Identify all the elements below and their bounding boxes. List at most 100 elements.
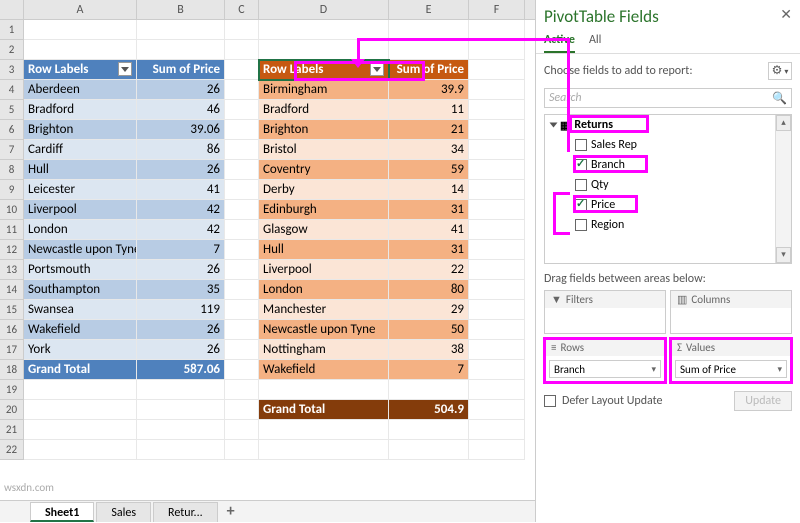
- cell[interactable]: [24, 380, 137, 400]
- cell[interactable]: Edinburgh: [259, 200, 389, 220]
- scroll-up-icon[interactable]: ▴: [776, 115, 791, 131]
- close-icon[interactable]: ✕: [780, 6, 792, 27]
- cell[interactable]: [469, 240, 525, 260]
- cell[interactable]: [24, 440, 137, 460]
- row-header[interactable]: 3: [0, 60, 24, 80]
- cell[interactable]: 11: [389, 100, 469, 120]
- cell[interactable]: 119: [137, 300, 225, 320]
- tab-all[interactable]: All: [589, 29, 601, 53]
- cell[interactable]: [225, 400, 259, 420]
- row-header[interactable]: 16: [0, 320, 24, 340]
- row-header[interactable]: 21: [0, 420, 24, 440]
- select-all-corner[interactable]: [0, 0, 24, 19]
- field-region[interactable]: Region: [545, 215, 791, 235]
- cell[interactable]: London: [259, 280, 389, 300]
- checkbox[interactable]: [575, 159, 587, 171]
- cell[interactable]: 42: [137, 220, 225, 240]
- cell[interactable]: 14: [389, 180, 469, 200]
- cell[interactable]: 7: [137, 240, 225, 260]
- cell[interactable]: [389, 440, 469, 460]
- cell[interactable]: [225, 140, 259, 160]
- cell[interactable]: [24, 400, 137, 420]
- cell[interactable]: Southampton: [24, 280, 137, 300]
- cell[interactable]: [259, 380, 389, 400]
- filter-icon[interactable]: [118, 62, 132, 76]
- sheet-tab-returns[interactable]: Retur...: [153, 502, 218, 522]
- cell[interactable]: 31: [389, 240, 469, 260]
- cell[interactable]: [137, 40, 225, 60]
- cell[interactable]: 587.06: [137, 360, 225, 380]
- cell[interactable]: [225, 360, 259, 380]
- grid-body[interactable]: 123Row LabelsSum of PriceRow LabelsSum o…: [0, 20, 535, 500]
- cell[interactable]: London: [24, 220, 137, 240]
- cell[interactable]: [469, 440, 525, 460]
- cell[interactable]: 41: [137, 180, 225, 200]
- row-header[interactable]: 13: [0, 260, 24, 280]
- row-header[interactable]: 18: [0, 360, 24, 380]
- cell[interactable]: [469, 400, 525, 420]
- cell[interactable]: 29: [389, 300, 469, 320]
- cell[interactable]: Cardiff: [24, 140, 137, 160]
- cell[interactable]: Newcastle upon Tyne: [259, 320, 389, 340]
- cell[interactable]: [225, 340, 259, 360]
- cell[interactable]: Wakefield: [259, 360, 389, 380]
- rows-area[interactable]: ≡Rows Branch: [544, 338, 666, 383]
- cell[interactable]: [225, 260, 259, 280]
- row-header[interactable]: 22: [0, 440, 24, 460]
- cell[interactable]: 26: [137, 80, 225, 100]
- cell[interactable]: Brighton: [259, 120, 389, 140]
- sheet-tab-sheet1[interactable]: Sheet1: [30, 502, 94, 522]
- cell[interactable]: [225, 300, 259, 320]
- cell[interactable]: Portsmouth: [24, 260, 137, 280]
- cell[interactable]: [225, 120, 259, 140]
- cell[interactable]: Newcastle upon Tyne: [24, 240, 137, 260]
- cell[interactable]: [225, 180, 259, 200]
- cell[interactable]: [469, 280, 525, 300]
- cell[interactable]: Grand Total: [259, 400, 389, 420]
- cell[interactable]: [469, 200, 525, 220]
- cell[interactable]: [259, 40, 389, 60]
- cell[interactable]: [225, 440, 259, 460]
- filters-area[interactable]: ▼Filters: [544, 290, 666, 334]
- cell[interactable]: Swansea: [24, 300, 137, 320]
- cell[interactable]: Row Labels: [259, 60, 389, 80]
- cell[interactable]: Aberdeen: [24, 80, 137, 100]
- cell[interactable]: 26: [137, 340, 225, 360]
- cell[interactable]: 39.06: [137, 120, 225, 140]
- cell[interactable]: [469, 260, 525, 280]
- cell[interactable]: [469, 360, 525, 380]
- field-sales rep[interactable]: Sales Rep: [545, 135, 791, 155]
- cell[interactable]: [469, 40, 525, 60]
- row-header[interactable]: 12: [0, 240, 24, 260]
- cell[interactable]: Row Labels: [24, 60, 137, 80]
- cell[interactable]: [137, 440, 225, 460]
- rows-item-branch[interactable]: Branch: [549, 360, 661, 378]
- cell[interactable]: 504.9: [389, 400, 469, 420]
- expand-icon[interactable]: [550, 123, 558, 128]
- col-header-D[interactable]: D: [259, 0, 389, 19]
- col-header-A[interactable]: A: [24, 0, 137, 19]
- cell[interactable]: [225, 60, 259, 80]
- row-header[interactable]: 1: [0, 20, 24, 40]
- cell[interactable]: [469, 380, 525, 400]
- cell[interactable]: 26: [137, 260, 225, 280]
- row-header[interactable]: 20: [0, 400, 24, 420]
- cell[interactable]: [24, 40, 137, 60]
- cell[interactable]: 35: [137, 280, 225, 300]
- cell[interactable]: [469, 120, 525, 140]
- cell[interactable]: 41: [389, 220, 469, 240]
- columns-area[interactable]: ▥Columns: [670, 290, 792, 334]
- row-header[interactable]: 6: [0, 120, 24, 140]
- cell[interactable]: 80: [389, 280, 469, 300]
- checkbox[interactable]: [575, 179, 587, 191]
- cell[interactable]: Manchester: [259, 300, 389, 320]
- cell[interactable]: 21: [389, 120, 469, 140]
- defer-checkbox[interactable]: Defer Layout Update: [544, 394, 663, 408]
- cell[interactable]: [225, 160, 259, 180]
- cell[interactable]: [259, 440, 389, 460]
- row-header[interactable]: 10: [0, 200, 24, 220]
- cell[interactable]: [469, 60, 525, 80]
- row-header[interactable]: 14: [0, 280, 24, 300]
- cell[interactable]: Sum of Price: [137, 60, 225, 80]
- cell[interactable]: [469, 80, 525, 100]
